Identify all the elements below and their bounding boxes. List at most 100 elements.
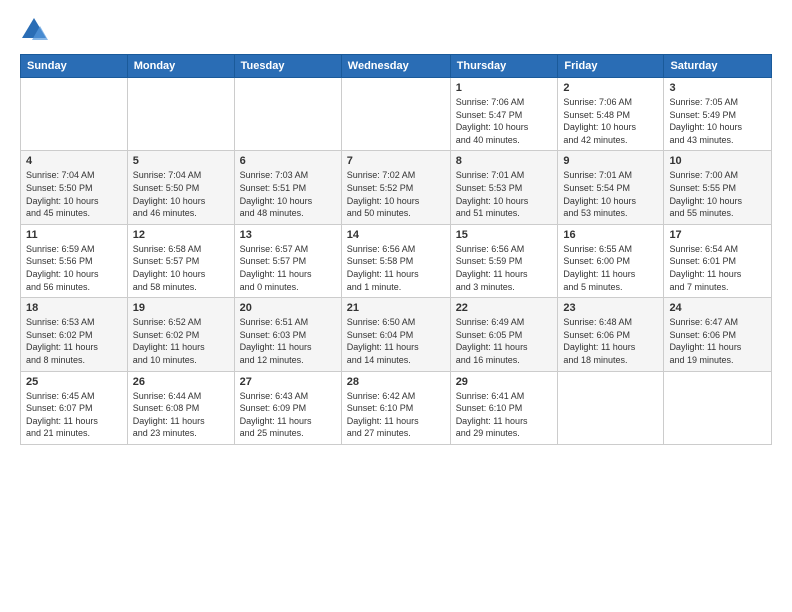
- calendar-cell: [664, 371, 772, 444]
- week-row-3: 18 Sunrise: 6:53 AMSunset: 6:02 PMDayligh…: [21, 298, 772, 371]
- calendar-cell: 12 Sunrise: 6:58 AMSunset: 5:57 PMDayligh…: [127, 224, 234, 297]
- calendar-cell: 22 Sunrise: 6:49 AMSunset: 6:05 PMDayligh…: [450, 298, 558, 371]
- day-number: 29: [456, 376, 553, 388]
- calendar-cell: 9 Sunrise: 7:01 AMSunset: 5:54 PMDaylight…: [558, 151, 664, 224]
- day-info: Sunrise: 6:59 AMSunset: 5:56 PMDaylight:…: [26, 243, 122, 293]
- day-number: 14: [347, 229, 445, 241]
- day-info: Sunrise: 6:56 AMSunset: 5:58 PMDaylight:…: [347, 243, 445, 293]
- calendar-cell: [341, 78, 450, 151]
- calendar-cell: 4 Sunrise: 7:04 AMSunset: 5:50 PMDaylight…: [21, 151, 128, 224]
- day-header-sunday: Sunday: [21, 55, 128, 78]
- calendar-cell: 16 Sunrise: 6:55 AMSunset: 6:00 PMDayligh…: [558, 224, 664, 297]
- calendar-cell: 7 Sunrise: 7:02 AMSunset: 5:52 PMDaylight…: [341, 151, 450, 224]
- day-info: Sunrise: 7:05 AMSunset: 5:49 PMDaylight:…: [669, 96, 766, 146]
- day-number: 20: [240, 302, 336, 314]
- calendar-header-row: SundayMondayTuesdayWednesdayThursdayFrid…: [21, 55, 772, 78]
- calendar-cell: 20 Sunrise: 6:51 AMSunset: 6:03 PMDayligh…: [234, 298, 341, 371]
- day-info: Sunrise: 7:04 AMSunset: 5:50 PMDaylight:…: [133, 169, 229, 219]
- calendar-cell: [21, 78, 128, 151]
- day-info: Sunrise: 6:56 AMSunset: 5:59 PMDaylight:…: [456, 243, 553, 293]
- week-row-4: 25 Sunrise: 6:45 AMSunset: 6:07 PMDayligh…: [21, 371, 772, 444]
- day-number: 23: [563, 302, 658, 314]
- day-info: Sunrise: 7:01 AMSunset: 5:54 PMDaylight:…: [563, 169, 658, 219]
- day-info: Sunrise: 7:00 AMSunset: 5:55 PMDaylight:…: [669, 169, 766, 219]
- calendar-cell: 2 Sunrise: 7:06 AMSunset: 5:48 PMDaylight…: [558, 78, 664, 151]
- calendar-cell: 28 Sunrise: 6:42 AMSunset: 6:10 PMDayligh…: [341, 371, 450, 444]
- calendar-cell: 23 Sunrise: 6:48 AMSunset: 6:06 PMDayligh…: [558, 298, 664, 371]
- calendar-cell: 21 Sunrise: 6:50 AMSunset: 6:04 PMDayligh…: [341, 298, 450, 371]
- day-info: Sunrise: 7:06 AMSunset: 5:47 PMDaylight:…: [456, 96, 553, 146]
- day-header-tuesday: Tuesday: [234, 55, 341, 78]
- day-info: Sunrise: 6:53 AMSunset: 6:02 PMDaylight:…: [26, 316, 122, 366]
- day-number: 9: [563, 155, 658, 167]
- week-row-1: 4 Sunrise: 7:04 AMSunset: 5:50 PMDaylight…: [21, 151, 772, 224]
- day-info: Sunrise: 6:45 AMSunset: 6:07 PMDaylight:…: [26, 390, 122, 440]
- calendar-cell: [127, 78, 234, 151]
- calendar: SundayMondayTuesdayWednesdayThursdayFrid…: [20, 54, 772, 445]
- day-info: Sunrise: 6:51 AMSunset: 6:03 PMDaylight:…: [240, 316, 336, 366]
- logo-icon: [20, 16, 48, 44]
- calendar-cell: 10 Sunrise: 7:00 AMSunset: 5:55 PMDayligh…: [664, 151, 772, 224]
- logo: [20, 16, 52, 44]
- day-info: Sunrise: 6:44 AMSunset: 6:08 PMDaylight:…: [133, 390, 229, 440]
- calendar-cell: 8 Sunrise: 7:01 AMSunset: 5:53 PMDaylight…: [450, 151, 558, 224]
- day-number: 21: [347, 302, 445, 314]
- day-number: 10: [669, 155, 766, 167]
- day-number: 16: [563, 229, 658, 241]
- day-info: Sunrise: 6:49 AMSunset: 6:05 PMDaylight:…: [456, 316, 553, 366]
- day-header-thursday: Thursday: [450, 55, 558, 78]
- day-info: Sunrise: 6:48 AMSunset: 6:06 PMDaylight:…: [563, 316, 658, 366]
- calendar-cell: [558, 371, 664, 444]
- day-number: 3: [669, 82, 766, 94]
- calendar-cell: 18 Sunrise: 6:53 AMSunset: 6:02 PMDayligh…: [21, 298, 128, 371]
- day-number: 27: [240, 376, 336, 388]
- day-number: 26: [133, 376, 229, 388]
- calendar-cell: 24Sunrise: 6:47 AMSunset: 6:06 PMDayligh…: [664, 298, 772, 371]
- day-info: Sunrise: 6:52 AMSunset: 6:02 PMDaylight:…: [133, 316, 229, 366]
- day-number: 1: [456, 82, 553, 94]
- calendar-cell: 6Sunrise: 7:03 AMSunset: 5:51 PMDaylight…: [234, 151, 341, 224]
- calendar-cell: 25 Sunrise: 6:45 AMSunset: 6:07 PMDayligh…: [21, 371, 128, 444]
- day-number: 11: [26, 229, 122, 241]
- page: SundayMondayTuesdayWednesdayThursdayFrid…: [0, 0, 792, 612]
- calendar-cell: 15 Sunrise: 6:56 AMSunset: 5:59 PMDayligh…: [450, 224, 558, 297]
- day-info: Sunrise: 6:58 AMSunset: 5:57 PMDaylight:…: [133, 243, 229, 293]
- calendar-cell: 17 Sunrise: 6:54 AMSunset: 6:01 PMDayligh…: [664, 224, 772, 297]
- day-info: Sunrise: 7:06 AMSunset: 5:48 PMDaylight:…: [563, 96, 658, 146]
- day-number: 2: [563, 82, 658, 94]
- calendar-cell: 26 Sunrise: 6:44 AMSunset: 6:08 PMDayligh…: [127, 371, 234, 444]
- day-info: Sunrise: 6:42 AMSunset: 6:10 PMDaylight:…: [347, 390, 445, 440]
- day-number: 19: [133, 302, 229, 314]
- day-number: 8: [456, 155, 553, 167]
- calendar-cell: 5 Sunrise: 7:04 AMSunset: 5:50 PMDaylight…: [127, 151, 234, 224]
- day-info: Sunrise: 6:43 AMSunset: 6:09 PMDaylight:…: [240, 390, 336, 440]
- day-number: 7: [347, 155, 445, 167]
- day-number: 28: [347, 376, 445, 388]
- day-number: 4: [26, 155, 122, 167]
- day-header-friday: Friday: [558, 55, 664, 78]
- day-header-wednesday: Wednesday: [341, 55, 450, 78]
- day-info: Sunrise: 6:54 AMSunset: 6:01 PMDaylight:…: [669, 243, 766, 293]
- day-number: 15: [456, 229, 553, 241]
- day-number: 25: [26, 376, 122, 388]
- calendar-cell: 13Sunrise: 6:57 AMSunset: 5:57 PMDayligh…: [234, 224, 341, 297]
- day-info: Sunrise: 7:03 AMSunset: 5:51 PMDaylight:…: [240, 169, 336, 219]
- week-row-0: 1 Sunrise: 7:06 AMSunset: 5:47 PMDaylight…: [21, 78, 772, 151]
- day-header-monday: Monday: [127, 55, 234, 78]
- day-info: Sunrise: 6:41 AMSunset: 6:10 PMDaylight:…: [456, 390, 553, 440]
- day-number: 18: [26, 302, 122, 314]
- day-info: Sunrise: 6:57 AMSunset: 5:57 PMDaylight:…: [240, 243, 336, 293]
- day-number: 5: [133, 155, 229, 167]
- day-info: Sunrise: 7:01 AMSunset: 5:53 PMDaylight:…: [456, 169, 553, 219]
- day-info: Sunrise: 7:04 AMSunset: 5:50 PMDaylight:…: [26, 169, 122, 219]
- week-row-2: 11 Sunrise: 6:59 AMSunset: 5:56 PMDayligh…: [21, 224, 772, 297]
- day-number: 12: [133, 229, 229, 241]
- day-number: 22: [456, 302, 553, 314]
- calendar-cell: 27 Sunrise: 6:43 AMSunset: 6:09 PMDayligh…: [234, 371, 341, 444]
- day-number: 17: [669, 229, 766, 241]
- header: [20, 16, 772, 44]
- day-info: Sunrise: 6:47 AMSunset: 6:06 PMDaylight:…: [669, 316, 766, 366]
- day-info: Sunrise: 7:02 AMSunset: 5:52 PMDaylight:…: [347, 169, 445, 219]
- day-info: Sunrise: 6:50 AMSunset: 6:04 PMDaylight:…: [347, 316, 445, 366]
- day-info: Sunrise: 6:55 AMSunset: 6:00 PMDaylight:…: [563, 243, 658, 293]
